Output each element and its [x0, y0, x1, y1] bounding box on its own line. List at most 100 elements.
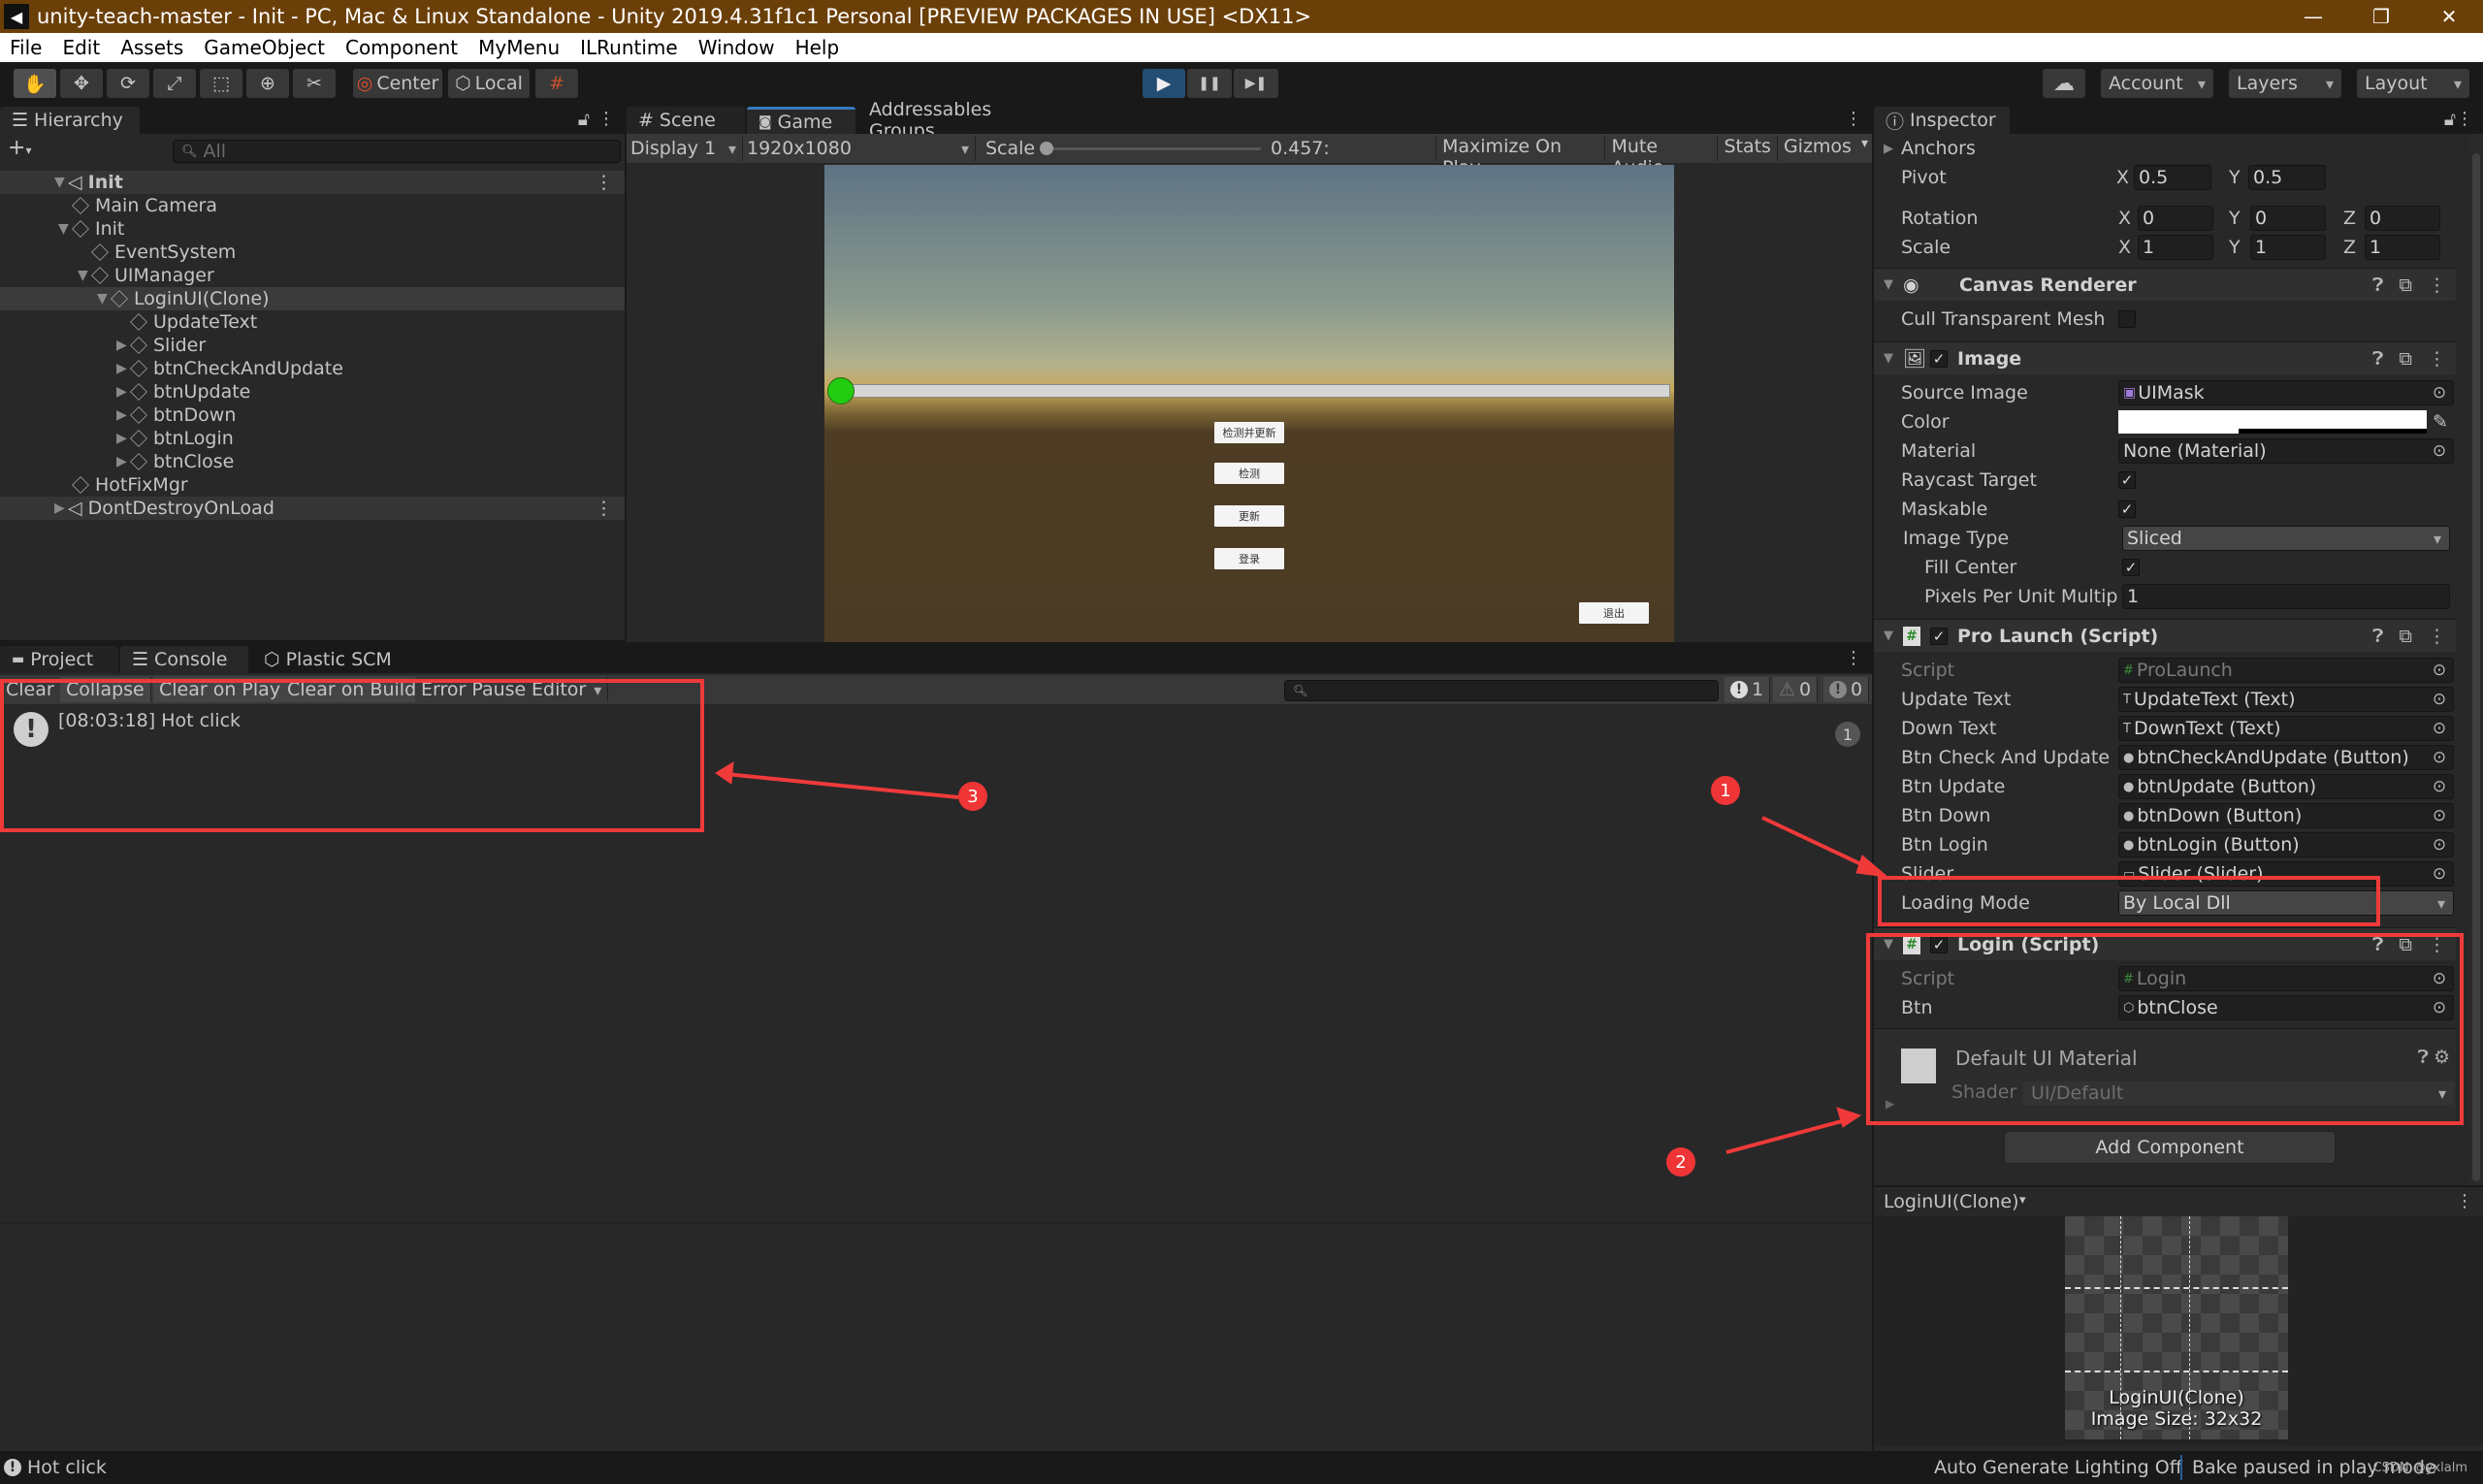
source-image-field[interactable]: ▣ UIMask ⊙	[2118, 380, 2454, 405]
help-icon[interactable]: ❓︎	[2372, 934, 2383, 955]
pro-launch-header[interactable]: ▼ # ✓ Pro Launch (Script) ❓︎ ⧉ ⋮	[1874, 619, 2456, 652]
hierarchy-item[interactable]: ▼ Init	[0, 217, 625, 241]
rotation-x-field[interactable]: 0	[2138, 206, 2213, 231]
tab-scene[interactable]: # Scene	[627, 107, 745, 134]
object-field[interactable]: ● btnCheckAndUpdate (Button) ⊙	[2118, 745, 2454, 770]
add-component-button[interactable]: Add Component	[2004, 1131, 2336, 1164]
menu-mymenu[interactable]: MyMenu	[478, 36, 560, 59]
pivot-y-field[interactable]: 0.5	[2248, 165, 2326, 190]
login-script-header[interactable]: ▼ # ✓ Login (Script) ❓︎ ⧉ ⋮	[1874, 927, 2456, 960]
material-field[interactable]: None (Material) ⊙	[2118, 438, 2454, 464]
object-picker-icon[interactable]: ⊙	[2426, 967, 2453, 990]
expand-right-icon[interactable]: ▶	[54, 500, 68, 516]
hand-tool-button[interactable]: ✋	[14, 69, 56, 98]
hierarchy-item[interactable]: ▼ UIManager	[0, 264, 625, 287]
presets-icon[interactable]: ⧉	[2399, 274, 2412, 296]
preview-title[interactable]: LoginUI(Clone)	[1884, 1191, 2019, 1212]
tab-addressables[interactable]: Addressables Groups	[857, 99, 1067, 142]
stats-toggle[interactable]: Stats	[1717, 136, 1777, 161]
lock-icon[interactable]: 🔓︎	[2444, 109, 2456, 130]
restore-button[interactable]: ❐	[2347, 0, 2415, 33]
object-picker-icon[interactable]: ⊙	[2426, 746, 2453, 769]
log-count-toggle[interactable]: ! 1	[1725, 677, 1771, 702]
object-field[interactable]: T UpdateText (Text) ⊙	[2118, 687, 2454, 712]
game-check-button[interactable]: 检测	[1214, 463, 1284, 484]
presets-icon[interactable]: ⧉	[2399, 934, 2412, 955]
cull-transparent-checkbox[interactable]	[2118, 310, 2136, 328]
hierarchy-item[interactable]: ▼ ◁ Init ⋮	[0, 171, 625, 194]
play-button[interactable]: ▶	[1143, 69, 1185, 98]
error-pause-button[interactable]: Error Pause	[415, 677, 533, 702]
expand-down-icon[interactable]: ▼	[58, 221, 72, 237]
clear-button[interactable]: Clear	[0, 677, 61, 702]
game-login-button[interactable]: 登录	[1214, 548, 1284, 569]
console-search-input[interactable]: 🔍︎	[1284, 680, 1719, 701]
collapse-button[interactable]: Collapse	[60, 677, 151, 702]
expand-right-icon[interactable]: ▶	[116, 361, 130, 376]
warning-count-toggle[interactable]: ⚠ 0	[1773, 677, 1819, 702]
hierarchy-item[interactable]: ▶ ◁ DontDestroyOnLoad ⋮	[0, 497, 625, 520]
move-tool-button[interactable]: ✥	[60, 69, 103, 98]
rotation-y-field[interactable]: 0	[2250, 206, 2326, 231]
pivot-x-field[interactable]: 0.5	[2134, 165, 2211, 190]
presets-icon[interactable]: ⧉	[2399, 626, 2412, 647]
display-dropdown[interactable]: Display 1	[630, 136, 743, 161]
expand-right-icon[interactable]: ▶	[116, 338, 130, 353]
tab-hierarchy[interactable]: ☰ Hierarchy	[0, 107, 140, 134]
tab-plastic-scm[interactable]: ⬡ Plastic SCM	[252, 646, 405, 673]
gizmos-dropdown-icon[interactable]: ▾	[1857, 136, 1872, 161]
game-exit-button[interactable]: 退出	[1579, 602, 1649, 624]
hierarchy-item[interactable]: HotFixMgr	[0, 473, 625, 497]
object-picker-icon[interactable]: ⊙	[2426, 775, 2453, 798]
hierarchy-item[interactable]: UpdateText	[0, 310, 625, 334]
eyedropper-icon[interactable]: ✎	[2433, 411, 2448, 433]
lock-icon[interactable]: 🔓︎	[578, 109, 590, 130]
status-message[interactable]: Hot click	[27, 1457, 107, 1478]
rotation-z-field[interactable]: 0	[2365, 206, 2440, 231]
object-picker-icon[interactable]: ⊙	[2426, 381, 2453, 404]
expand-down-icon[interactable]: ▼	[78, 268, 91, 283]
scale-x-field[interactable]: 1	[2138, 235, 2213, 260]
object-field[interactable]: T DownText (Text) ⊙	[2118, 716, 2454, 741]
expand-down-icon[interactable]: ▼	[54, 175, 68, 190]
maximize-on-play-toggle[interactable]: Maximize On Play	[1435, 136, 1604, 178]
menu-window[interactable]: Window	[698, 36, 775, 59]
create-button[interactable]: +▾	[8, 136, 31, 160]
expand-right-icon[interactable]: ▶	[116, 431, 130, 446]
shader-dropdown[interactable]: UI/Default	[2023, 1081, 2454, 1105]
game-menu-icon[interactable]: ⋮	[1845, 109, 1862, 129]
object-field[interactable]: ● btnDown (Button) ⊙	[2118, 803, 2454, 828]
object-picker-icon[interactable]: ⊙	[2426, 862, 2453, 886]
raycast-target-checkbox[interactable]: ✓	[2118, 471, 2136, 489]
preview-menu-icon[interactable]: ⋮	[2456, 1191, 2473, 1211]
presets-icon[interactable]: ⧉	[2399, 348, 2412, 370]
hierarchy-item[interactable]: Main Camera	[0, 194, 625, 217]
object-picker-icon[interactable]: ⊙	[2426, 439, 2453, 463]
inspector-scrollbar[interactable]	[2469, 134, 2483, 1201]
image-type-dropdown[interactable]: Sliced	[2122, 526, 2450, 551]
menu-gameobject[interactable]: GameObject	[204, 36, 325, 59]
auto-lighting-status[interactable]: Auto Generate Lighting Off	[1934, 1457, 2182, 1478]
inspector-scroll-thumb[interactable]	[2472, 153, 2480, 1181]
fill-center-checkbox[interactable]: ✓	[2122, 559, 2140, 576]
settings-gear-icon[interactable]: ⚙	[2434, 1047, 2450, 1068]
account-dropdown[interactable]: Account	[2101, 69, 2213, 98]
hierarchy-search-input[interactable]: 🔍︎ All	[173, 140, 621, 163]
clear-on-play-button[interactable]: Clear on Play	[153, 677, 288, 702]
expand-down-icon[interactable]: ▼	[97, 291, 111, 306]
login-enabled-checkbox[interactable]: ✓	[1930, 936, 1948, 953]
cloud-button[interactable]: ☁	[2043, 69, 2085, 98]
chevron-down-icon[interactable]: ▾	[2019, 1193, 2026, 1208]
mute-audio-toggle[interactable]: Mute Audio	[1604, 136, 1717, 178]
object-field[interactable]: ● btnLogin (Button) ⊙	[2118, 832, 2454, 857]
tab-inspector[interactable]: ⓘ Inspector	[1874, 107, 2010, 134]
help-icon[interactable]: ❓︎	[2372, 348, 2383, 370]
object-field[interactable]: ▭ Slider (Slider) ⊙	[2118, 861, 2454, 887]
help-icon[interactable]: ❓︎	[2372, 626, 2383, 647]
hierarchy-item[interactable]: EventSystem	[0, 241, 625, 264]
scale-z-field[interactable]: 1	[2365, 235, 2440, 260]
image-component-header[interactable]: ▼ 🖼︎ ✓ Image ❓︎ ⧉ ⋮	[1874, 341, 2456, 374]
pro-launch-enabled-checkbox[interactable]: ✓	[1930, 628, 1948, 645]
pivot-mode-button[interactable]: ◎ Center	[353, 69, 442, 98]
minimize-button[interactable]: —	[2279, 0, 2347, 33]
